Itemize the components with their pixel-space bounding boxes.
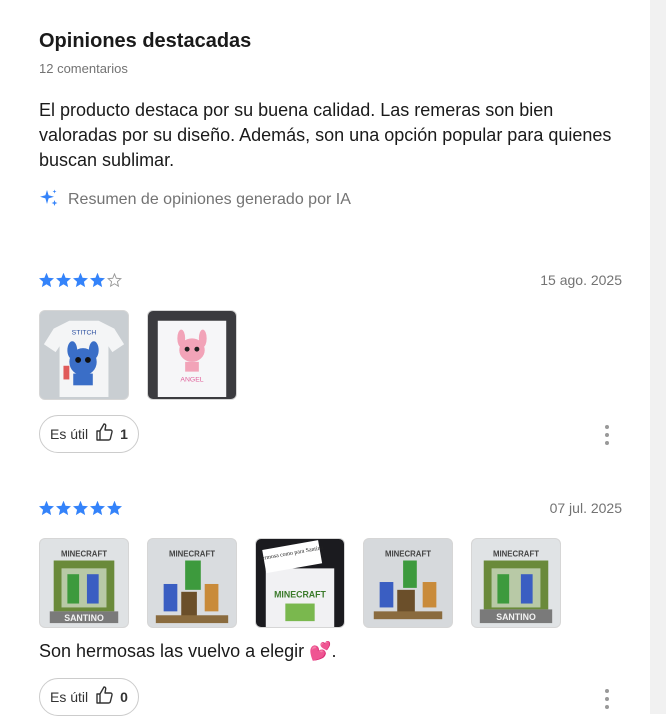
useful-count: 1 bbox=[120, 426, 128, 442]
review-photo-minecraft[interactable]: MINECRAFT bbox=[363, 538, 453, 628]
photo-caption: ANGEL bbox=[180, 376, 203, 383]
review-photo-minecraft[interactable]: MINECRAFT bbox=[147, 538, 237, 628]
photo-caption: MINECRAFT bbox=[274, 590, 326, 600]
review-photo-minecraft-note[interactable]: Hermosa como para Santino MINECRAFT bbox=[255, 538, 345, 628]
sparkle-icon bbox=[39, 188, 59, 213]
useful-count: 0 bbox=[120, 689, 128, 705]
review-date: 07 jul. 2025 bbox=[549, 500, 622, 516]
star-rating bbox=[39, 273, 122, 288]
star-filled-icon bbox=[39, 501, 54, 516]
thumbs-up-icon bbox=[94, 422, 114, 447]
thumbs-up-icon bbox=[94, 685, 114, 710]
more-options-icon[interactable] bbox=[602, 689, 612, 709]
useful-button[interactable]: Es útil 0 bbox=[39, 678, 139, 716]
scrollbar-track[interactable] bbox=[650, 0, 666, 714]
ai-summary-label: Resumen de opiniones generado por IA bbox=[68, 191, 351, 208]
photo-caption: MINECRAFT bbox=[385, 550, 431, 559]
useful-button[interactable]: Es útil 1 bbox=[39, 415, 139, 453]
review-photo-minecraft[interactable]: MINECRAFT SANTINO bbox=[471, 538, 561, 628]
review-photo-minecraft[interactable]: MINECRAFT SANTINO bbox=[39, 538, 129, 628]
review-photos: STITCH ANGEL bbox=[39, 310, 237, 400]
review-item: 07 jul. 2025 MINECRAFT SANTINO MINECRAFT bbox=[39, 500, 622, 716]
star-empty-icon bbox=[107, 273, 122, 288]
photo-caption: MINECRAFT bbox=[61, 550, 107, 559]
review-photo-angel[interactable]: ANGEL bbox=[147, 310, 237, 400]
more-options-icon[interactable] bbox=[602, 425, 612, 445]
useful-label: Es útil bbox=[50, 689, 89, 705]
star-filled-icon bbox=[73, 501, 88, 516]
photo-caption: MINECRAFT bbox=[493, 550, 539, 559]
review-photo-stitch[interactable]: STITCH bbox=[39, 310, 129, 400]
star-filled-icon bbox=[90, 501, 105, 516]
comment-count: 12 comentarios bbox=[39, 61, 128, 76]
ai-summary-note: Resumen de opiniones generado por IA bbox=[39, 189, 351, 211]
star-rating bbox=[39, 501, 122, 516]
ai-summary-text: El producto destaca por su buena calidad… bbox=[39, 100, 612, 170]
star-filled-icon bbox=[107, 501, 122, 516]
star-filled-icon bbox=[90, 273, 105, 288]
star-filled-icon bbox=[39, 273, 54, 288]
photo-caption: SANTINO bbox=[496, 612, 536, 622]
section-title: Opiniones destacadas bbox=[39, 30, 252, 52]
photo-caption: STITCH bbox=[72, 329, 97, 336]
photo-caption: MINECRAFT bbox=[169, 550, 215, 559]
useful-label: Es útil bbox=[50, 426, 89, 442]
star-filled-icon bbox=[73, 273, 88, 288]
review-text: Son hermosas las vuelvo a elegir 💕. bbox=[39, 641, 337, 661]
photo-caption: SANTINO bbox=[64, 613, 104, 623]
star-filled-icon bbox=[56, 273, 71, 288]
star-filled-icon bbox=[56, 501, 71, 516]
review-item: 15 ago. 2025 STITCH ANGEL Es útil 1 bbox=[39, 270, 622, 460]
review-date: 15 ago. 2025 bbox=[540, 272, 622, 288]
review-photos: MINECRAFT SANTINO MINECRAFT Hermosa como… bbox=[39, 538, 561, 628]
